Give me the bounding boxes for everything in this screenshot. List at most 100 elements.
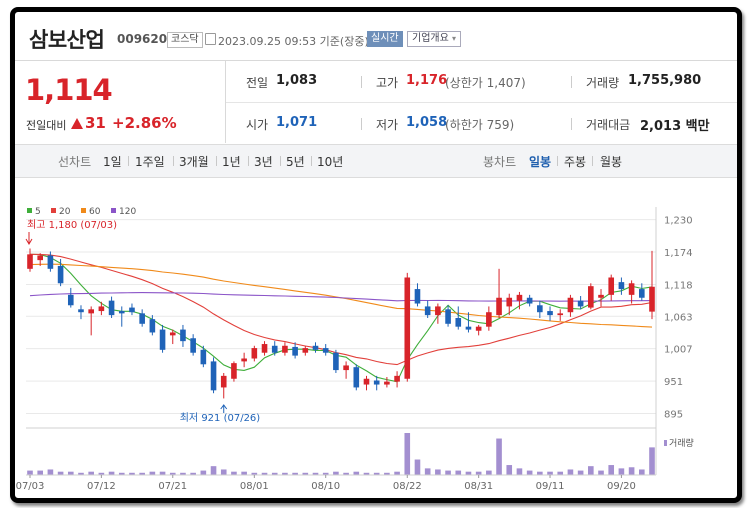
tab-3y[interactable]: 3년 xyxy=(254,153,273,170)
candle xyxy=(628,283,635,295)
candle xyxy=(139,313,145,324)
candle xyxy=(496,297,502,316)
volume-bar xyxy=(445,470,451,475)
price-chart-svg[interactable]: 1,2301,1741,1181,0631,0079518955 20 60 120최… xyxy=(15,177,737,498)
volume-bar xyxy=(577,470,584,475)
candle xyxy=(343,365,349,371)
divider xyxy=(280,156,281,166)
chevron-down-icon: ▾ xyxy=(452,34,457,43)
volume-bar xyxy=(220,469,227,475)
candle xyxy=(567,297,574,313)
tab-daily[interactable]: 일봉 xyxy=(529,153,551,170)
candle xyxy=(506,297,513,307)
divider xyxy=(216,156,217,166)
volume-value: 1,755,980 xyxy=(628,73,702,88)
divider xyxy=(173,156,174,166)
y-tick-label: 1,230 xyxy=(664,216,693,227)
volume-bar xyxy=(506,465,513,475)
candle-chart-label: 봉차트 xyxy=(483,155,517,169)
y-tick-label: 1,174 xyxy=(664,248,693,259)
candle xyxy=(638,289,645,298)
candle xyxy=(577,300,584,307)
price-chart[interactable]: 1,230 1,174 1,118 1,063 1,007 951 895 5 20 60 120 최… xyxy=(15,177,737,498)
x-tick-label: 08/10 xyxy=(311,481,340,492)
candle xyxy=(384,381,390,385)
candle xyxy=(261,344,268,353)
line-chart-label: 선차트 xyxy=(58,155,92,169)
up-triangle-icon xyxy=(71,118,83,129)
divider xyxy=(248,156,249,166)
candle xyxy=(547,311,553,316)
tab-weekly[interactable]: 주봉 xyxy=(564,153,586,170)
candle xyxy=(435,306,441,316)
volume-legend-swatch xyxy=(664,440,667,446)
price-stats: 전일 1,083 고가 1,176 (상한가 1,407) 거래량 1,755,… xyxy=(226,61,737,143)
y-tick-label: 895 xyxy=(664,409,683,420)
divider xyxy=(311,156,312,166)
volume-bar xyxy=(628,467,635,475)
tab-1d[interactable]: 1일 xyxy=(103,153,122,170)
candle xyxy=(47,255,54,269)
candle xyxy=(486,312,492,327)
candle xyxy=(200,349,207,365)
tab-1y[interactable]: 1년 xyxy=(222,153,241,170)
candle xyxy=(475,326,482,331)
volume-bar xyxy=(526,470,533,475)
company-info-button[interactable]: 기업개요 ▾ xyxy=(407,31,462,47)
stock-name[interactable]: 삼보산업 xyxy=(29,24,105,54)
candle xyxy=(445,309,451,324)
volume-bar xyxy=(404,433,411,475)
tab-10y[interactable]: 10년 xyxy=(317,153,343,170)
chart-tabs: 선차트 1일 1주일 3개월 1년 3년 5년 10년 봉차트 일봉 주봉 월봉 xyxy=(15,144,737,178)
volume-bar xyxy=(496,438,502,475)
candle xyxy=(312,345,319,350)
legend-label: 60 xyxy=(89,207,101,217)
volume-bar xyxy=(649,447,655,475)
company-info-label: 기업개요 xyxy=(412,33,449,44)
candle xyxy=(37,255,44,261)
candle xyxy=(414,289,421,304)
tab-1w[interactable]: 1주일 xyxy=(135,153,165,170)
low-annotation: 최저 921 (07/26) xyxy=(180,412,261,424)
legend-swatch xyxy=(27,208,32,213)
candle xyxy=(118,311,125,314)
candle xyxy=(526,297,533,304)
stock-code: 009620 xyxy=(117,32,168,46)
candle xyxy=(108,300,115,316)
candle xyxy=(537,305,543,313)
x-tick-label: 09/20 xyxy=(607,481,636,492)
candle xyxy=(27,254,33,269)
stock-widget: 삼보산업 009620 코스닥 2023.09.25 09:53 기준(장중) … xyxy=(10,7,742,503)
divider xyxy=(592,156,593,166)
candle xyxy=(169,332,176,336)
candle xyxy=(333,352,339,371)
candle xyxy=(322,348,329,353)
volume-bar xyxy=(435,469,441,475)
market-badge: 코스닥 xyxy=(167,32,203,48)
prev-close-label: 전일 xyxy=(246,76,269,90)
volume-bar xyxy=(618,468,625,475)
y-tick-label: 1,063 xyxy=(664,312,693,323)
candle xyxy=(67,294,74,306)
candle xyxy=(231,363,237,379)
tab-3m[interactable]: 3개월 xyxy=(179,153,209,170)
candle xyxy=(363,378,370,385)
volume-bar xyxy=(598,470,604,475)
volume-bar xyxy=(200,470,207,475)
high-value: 1,176 xyxy=(406,73,448,88)
x-tick-label: 07/21 xyxy=(158,481,187,492)
tab-monthly[interactable]: 월봉 xyxy=(600,153,622,170)
ma-line-120 xyxy=(29,292,653,302)
candle xyxy=(649,286,655,312)
price-panel: 1,114 전일대비 31 +2.86% xyxy=(15,61,226,143)
volume-bar xyxy=(27,470,33,475)
stats-row: 전일 1,083 고가 1,176 (상한가 1,407) 거래량 1,755,… xyxy=(226,61,737,103)
tab-5y[interactable]: 5년 xyxy=(286,153,305,170)
candle xyxy=(282,345,288,353)
prev-close-value: 1,083 xyxy=(276,73,318,88)
legend-label: 5 xyxy=(35,207,41,217)
open-label: 시가 xyxy=(246,118,269,132)
realtime-button[interactable]: 실시간 xyxy=(367,31,403,47)
candle xyxy=(88,309,94,314)
candle xyxy=(241,358,247,362)
